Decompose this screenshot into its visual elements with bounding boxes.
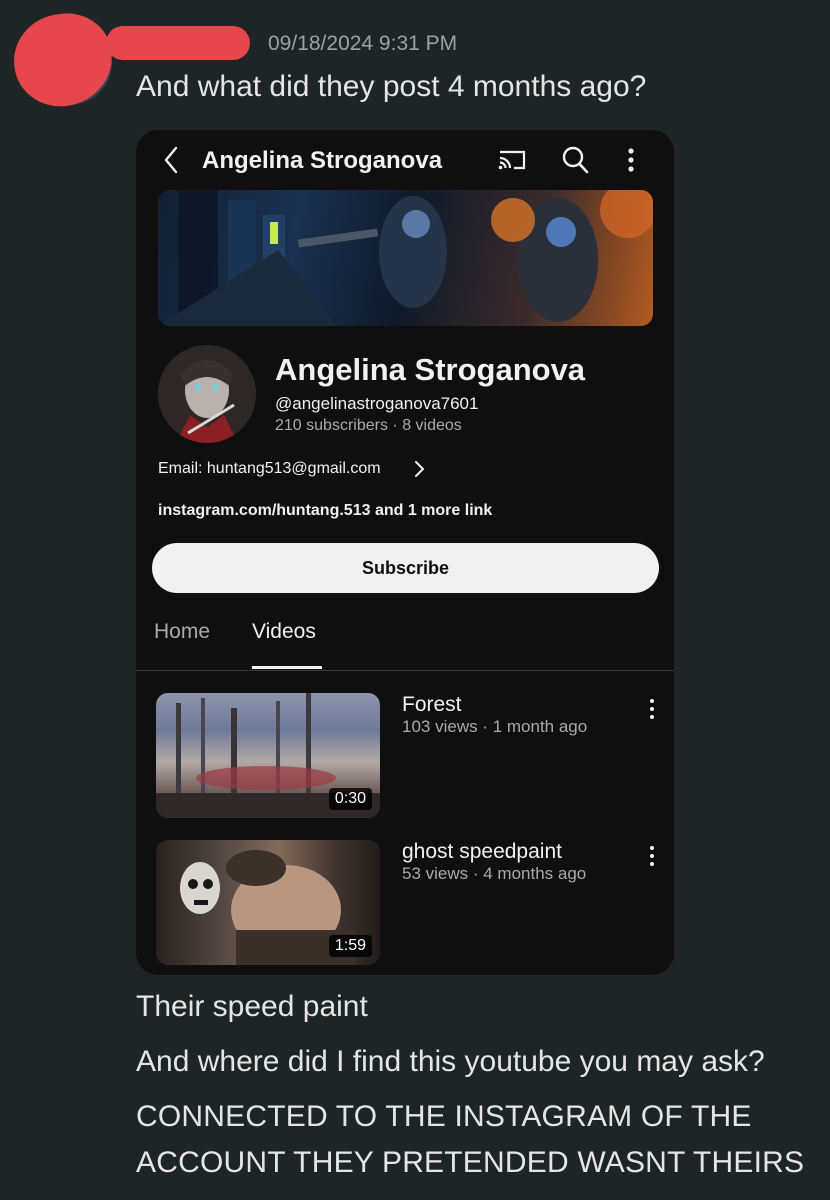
- subscribe-button[interactable]: Subscribe: [152, 543, 659, 593]
- message-line-speedpaint: Their speed paint: [136, 990, 368, 1023]
- message-line-account: ACCOUNT THEY PRETENDED WASNT THEIRS: [136, 1146, 805, 1179]
- sender-name-redaction: [106, 26, 250, 60]
- channel-avatar[interactable]: [158, 345, 256, 443]
- video-title[interactable]: ghost speedpaint: [402, 840, 562, 864]
- channel-tabs: Home Videos: [136, 620, 674, 671]
- chevron-right-icon[interactable]: [412, 458, 426, 480]
- youtube-screenshot[interactable]: Angelina Stroganova Angelina Stroganova …: [136, 130, 674, 975]
- video-list-item[interactable]: 0:30 Forest 103 views · 1 month ago: [136, 693, 674, 823]
- channel-email[interactable]: Email: huntang513@gmail.com: [158, 460, 381, 478]
- avatar-redaction: [8, 7, 118, 113]
- channel-handle: @angelinastroganova7601: [275, 394, 479, 413]
- youtube-top-bar: Angelina Stroganova: [136, 130, 674, 190]
- video-meta: 103 views · 1 month ago: [402, 717, 588, 736]
- video-list-item[interactable]: 1:59 ghost speedpaint 53 views · 4 month…: [136, 840, 674, 970]
- channel-stats: 210 subscribers · 8 videos: [275, 417, 462, 435]
- video-thumbnail[interactable]: 1:59: [156, 840, 380, 965]
- more-vertical-icon[interactable]: [648, 844, 656, 868]
- more-vertical-icon[interactable]: [648, 697, 656, 721]
- active-tab-indicator: [252, 666, 322, 669]
- more-vertical-icon[interactable]: [624, 144, 638, 176]
- search-icon[interactable]: [560, 144, 590, 176]
- tab-videos[interactable]: Videos: [252, 620, 316, 644]
- channel-name: Angelina Stroganova: [275, 352, 586, 387]
- topbar-channel-title: Angelina Stroganova: [202, 147, 443, 174]
- message-line-question: And what did they post 4 months ago?: [136, 70, 647, 103]
- channel-links[interactable]: instagram.com/huntang.513 and 1 more lin…: [158, 502, 492, 520]
- stats-separator: ·: [392, 417, 398, 434]
- video-meta: 53 views · 4 months ago: [402, 864, 587, 883]
- video-duration: 0:30: [328, 788, 372, 810]
- subscriber-count: 210 subscribers: [275, 417, 388, 434]
- channel-banner-image: [158, 190, 653, 326]
- video-thumbnail[interactable]: 0:30: [156, 693, 380, 818]
- cast-icon[interactable]: [496, 146, 528, 174]
- message-timestamp: 09/18/2024 9:31 PM: [268, 32, 458, 55]
- video-count: 8 videos: [402, 417, 462, 434]
- video-title[interactable]: Forest: [402, 693, 462, 717]
- tab-home[interactable]: Home: [154, 620, 210, 644]
- back-chevron-icon[interactable]: [158, 144, 184, 176]
- video-duration: 1:59: [328, 935, 372, 957]
- message-line-where: And where did I find this youtube you ma…: [136, 1045, 765, 1078]
- message-line-connected: CONNECTED TO THE INSTAGRAM OF THE: [136, 1100, 752, 1133]
